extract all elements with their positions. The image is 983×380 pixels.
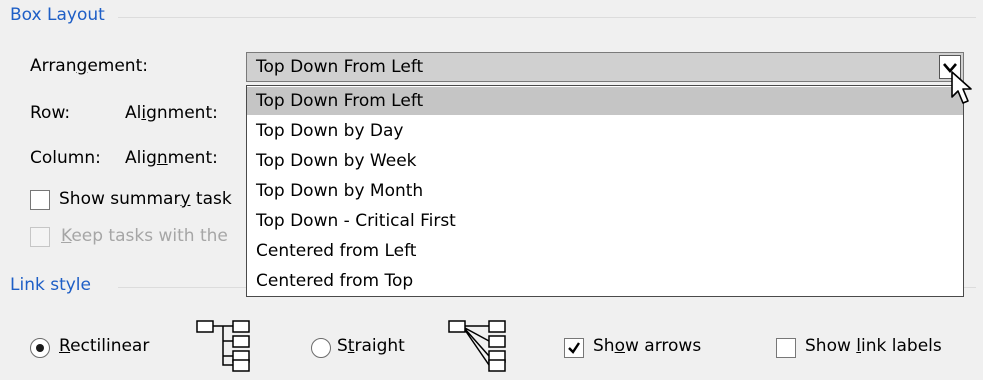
straight-link-icon xyxy=(448,320,506,372)
keep-tasks-label: Keep tasks with the xyxy=(61,226,228,246)
row-alignment-label: Alignment: xyxy=(125,103,218,123)
arrangement-label: Arrangement: xyxy=(30,56,148,76)
rectilinear-radio[interactable] xyxy=(30,338,50,358)
show-arrows-label: Show arrows xyxy=(593,336,702,356)
straight-radio[interactable] xyxy=(311,338,331,358)
arrangement-value: Top Down From Left xyxy=(256,57,424,77)
show-link-labels-checkbox[interactable] xyxy=(776,338,796,358)
show-arrows-checkbox[interactable] xyxy=(564,338,584,358)
link-style-title: Link style xyxy=(10,275,91,295)
mouse-pointer-icon xyxy=(951,71,972,104)
column-alignment-label: Alignment: xyxy=(125,148,218,168)
straight-label: Straight xyxy=(337,336,405,356)
option-top-down-by-week[interactable]: Top Down by Week xyxy=(247,147,963,175)
rectilinear-link-icon xyxy=(196,320,250,372)
rectilinear-label: Rectilinear xyxy=(59,336,150,356)
option-centered-from-left[interactable]: Centered from Left xyxy=(247,237,963,265)
row-label: Row: xyxy=(30,103,71,123)
checkmark-icon xyxy=(568,342,580,354)
show-summary-checkbox[interactable] xyxy=(30,190,50,210)
keep-tasks-checkbox[interactable] xyxy=(30,227,50,247)
box-layout-title: Box Layout xyxy=(10,5,105,25)
option-top-down-critical-first[interactable]: Top Down - Critical First xyxy=(247,207,963,235)
column-label: Column: xyxy=(30,148,101,168)
arrangement-options-list: Top Down From Left Top Down by Day Top D… xyxy=(246,85,964,297)
show-link-labels-label: Show link labels xyxy=(805,336,942,356)
option-centered-from-top[interactable]: Centered from Top xyxy=(247,267,963,295)
box-layout-divider xyxy=(118,17,976,18)
show-summary-label: Show summary task xyxy=(59,189,232,209)
option-top-down-from-left[interactable]: Top Down From Left xyxy=(247,87,963,115)
option-top-down-by-day[interactable]: Top Down by Day xyxy=(247,117,963,145)
option-top-down-by-month[interactable]: Top Down by Month xyxy=(247,177,963,205)
arrangement-dropdown[interactable]: Top Down From Left xyxy=(246,52,964,82)
